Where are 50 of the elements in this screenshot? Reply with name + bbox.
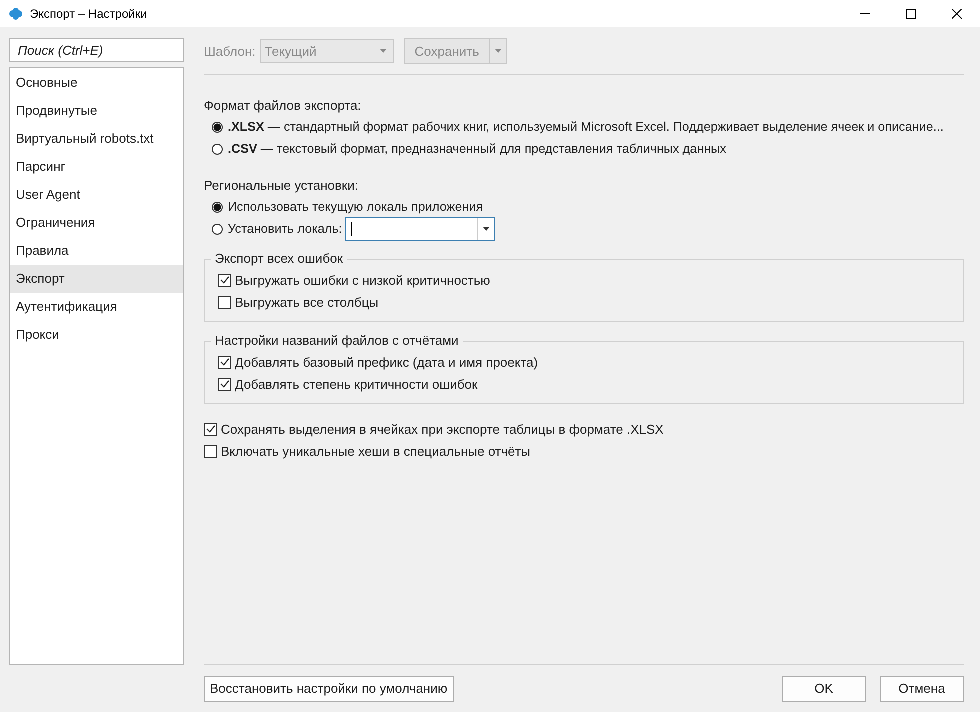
close-icon: [952, 8, 962, 18]
checkbox[interactable]: [204, 422, 217, 436]
nav-item[interactable]: Правила: [10, 237, 183, 265]
checkbox-label: Выгружать ошибки с низкой критичностью: [235, 272, 490, 288]
nav-item[interactable]: Продвинутые: [10, 97, 183, 125]
nav-item[interactable]: Ограничения: [10, 209, 183, 237]
radio-button[interactable]: [212, 122, 223, 132]
group-title: Настройки названий файлов с отчётами: [211, 333, 463, 349]
checkbox-label: Добавлять базовый префикс (дата и имя проекта): [235, 354, 538, 370]
section-label: Формат файлов экспорта:: [204, 97, 362, 115]
nav-item[interactable]: Аутентификация: [10, 293, 183, 321]
nav-item[interactable]: Прокси: [10, 321, 183, 349]
checkbox-label: Включать уникальные хеши в специальные отчёты: [221, 444, 531, 458]
maximize-icon: [906, 8, 916, 18]
nav-item[interactable]: Парсинг: [10, 153, 183, 181]
checkbox-label: Выгружать все столбцы: [235, 294, 379, 310]
checkbox[interactable]: [218, 356, 231, 368]
checkmark-icon: [220, 358, 230, 366]
window-title: Экспорт – Настройки: [30, 6, 148, 20]
nav-item[interactable]: Основные: [10, 69, 183, 97]
locale-dropdown[interactable]: [345, 217, 496, 241]
nav-item[interactable]: Виртуальный robots.txt: [10, 125, 183, 153]
cancel-button[interactable]: Отмена: [880, 676, 964, 702]
radio-label: Использовать текущую локаль приложения: [228, 200, 484, 214]
checkmark-icon: [220, 380, 230, 388]
checkbox[interactable]: [204, 444, 217, 458]
checkbox[interactable]: [218, 296, 231, 308]
checkbox-label: Сохранять выделения в ячейках при экспорте таблицы в формате .XLSX: [221, 422, 664, 436]
group-title: Экспорт всех ошибок: [211, 251, 348, 267]
section-label: Региональные установки:: [204, 177, 360, 195]
checkbox[interactable]: [218, 274, 231, 286]
ok-button[interactable]: OK: [782, 676, 866, 702]
caret-icon: [494, 49, 502, 53]
radio-button[interactable]: [212, 224, 223, 234]
radio-button[interactable]: [212, 202, 223, 212]
reset-defaults-button[interactable]: Восстановить настройки по умолчанию: [204, 676, 454, 702]
radio-label: Установить локаль:: [228, 222, 342, 236]
checkbox-label: Добавлять степень критичности ошибок: [235, 376, 478, 392]
radio-label: .CSV — текстовый формат, предназначенный для представления табличных данных: [228, 142, 726, 156]
nav-item[interactable]: User Agent: [10, 181, 183, 209]
radio-label: .XLSX — стандартный формат рабочих книг, используемый Microsoft Excel. Поддерживает выделение ячеек и описание...: [228, 120, 944, 134]
template-label: Шаблон:: [204, 44, 256, 58]
radio-button[interactable]: [212, 144, 223, 154]
search-field[interactable]: Поиск (Ctrl+E): [9, 38, 184, 62]
caret-icon: [482, 227, 490, 231]
caret-icon: [380, 49, 387, 53]
checkmark-icon: [220, 276, 230, 284]
checkmark-icon: [206, 425, 216, 433]
checkbox[interactable]: [218, 378, 231, 390]
nav-item[interactable]: Экспорт: [10, 265, 183, 293]
